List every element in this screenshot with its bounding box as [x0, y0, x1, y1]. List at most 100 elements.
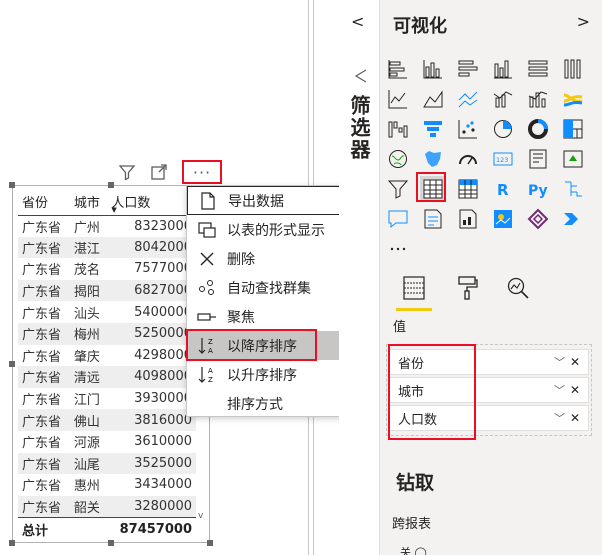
cell-city: 汕头: [73, 306, 100, 322]
scroll-down-icon[interactable]: v: [198, 511, 203, 521]
format-tab[interactable]: [448, 270, 488, 310]
scatter-chart-icon[interactable]: [455, 116, 481, 142]
column-header-population[interactable]: 人口数 ▼: [107, 189, 196, 215]
chevron-down-icon[interactable]: ﹀: [554, 354, 570, 370]
chevron-down-icon[interactable]: ﹀: [554, 382, 570, 398]
cell-province: 广东省: [22, 479, 62, 495]
more-options-button[interactable]: ···: [182, 160, 222, 184]
cell-province: 广东省: [22, 263, 62, 279]
kpi-icon[interactable]: [560, 146, 586, 172]
resize-handle-left[interactable]: [9, 361, 15, 367]
filters-pane[interactable]: < 筛选器: [339, 0, 379, 555]
stacked-bar-chart-icon[interactable]: [385, 56, 411, 82]
smart-narrative-icon[interactable]: [420, 206, 446, 232]
table-row[interactable]: 广东省 清远 4098000: [18, 366, 196, 388]
filter-pane-icon: [352, 68, 368, 88]
pie-chart-icon[interactable]: [490, 116, 516, 142]
waterfall-chart-icon[interactable]: [385, 116, 411, 142]
table-row[interactable]: 广东省 湛江 8042000: [18, 236, 196, 259]
line-clustered-column-icon[interactable]: [525, 86, 551, 112]
paginated-report-icon[interactable]: [455, 206, 481, 232]
table-row[interactable]: 广东省 广州 8323000: [18, 215, 196, 237]
resize-handle-bottom-left[interactable]: [9, 540, 15, 546]
total-label: 总计: [18, 516, 70, 542]
clustered-bar-chart-icon[interactable]: [455, 56, 481, 82]
resize-handle-top[interactable]: [108, 182, 114, 188]
cell-city: 湛江: [69, 236, 108, 259]
filter-icon[interactable]: [116, 161, 138, 183]
focus-mode-icon[interactable]: [148, 161, 170, 183]
column-header-province[interactable]: 省份: [18, 189, 70, 215]
table-row[interactable]: 广东省 梅州 5250000: [18, 322, 196, 345]
fields-tab[interactable]: [394, 270, 434, 310]
table-row[interactable]: 广东省 汕尾 3525000: [18, 452, 196, 475]
stacked-area-chart-icon[interactable]: [455, 86, 481, 112]
table-icon[interactable]: [420, 176, 446, 202]
resize-handle-top-left[interactable]: [9, 182, 15, 188]
r-visual-icon[interactable]: R: [490, 176, 516, 202]
100-column-chart-icon[interactable]: [560, 56, 586, 82]
analytics-tab[interactable]: [498, 270, 538, 310]
slicer-icon[interactable]: [385, 176, 411, 202]
cell-city: 河源: [73, 436, 100, 452]
cell-province: 广东省: [18, 452, 70, 475]
table-row[interactable]: 广东省 汕头 5400000: [18, 301, 196, 323]
resize-handle-bottom-right[interactable]: [207, 540, 213, 546]
values-label: 值: [393, 320, 407, 335]
column-header-city[interactable]: 城市: [70, 189, 108, 215]
stacked-column-chart-icon[interactable]: [420, 56, 446, 82]
remove-field-icon[interactable]: ✕: [570, 355, 588, 369]
clustered-column-chart-icon[interactable]: [490, 56, 516, 82]
collapse-filters-icon[interactable]: <: [351, 12, 364, 31]
table-visual[interactable]: 省份 城市 人口数 ▼ 广东省 广州 8323000 广东省 湛江 8042000 广东省 茂名…: [9, 182, 213, 546]
ribbon-chart-icon[interactable]: [560, 86, 586, 112]
area-chart-icon[interactable]: [420, 86, 446, 112]
menu-label-find-clusters: 自动查找群集: [227, 280, 311, 297]
cell-population: 4098000: [107, 366, 196, 388]
table-row[interactable]: 广东省 惠州 3434000: [18, 474, 196, 496]
filled-map-icon[interactable]: [420, 146, 446, 172]
cell-province: 广东省: [22, 349, 62, 365]
funnel-chart-icon[interactable]: [420, 116, 446, 142]
table-row[interactable]: 广东省 韶关 3280000: [18, 495, 196, 518]
line-column-chart-icon[interactable]: [490, 86, 516, 112]
chevron-down-icon[interactable]: ﹀: [554, 410, 570, 426]
close-icon: [187, 252, 227, 266]
more-visuals-icon[interactable]: [385, 236, 411, 262]
donut-chart-icon[interactable]: [525, 116, 551, 142]
card-icon[interactable]: 123: [490, 146, 516, 172]
map-icon[interactable]: [385, 146, 411, 172]
remove-field-icon[interactable]: ✕: [570, 411, 588, 425]
line-chart-icon[interactable]: [385, 86, 411, 112]
table-row[interactable]: 广东省 茂名 7577000: [18, 258, 196, 280]
export-icon: [188, 191, 228, 210]
active-tab-indicator: [396, 308, 432, 311]
cell-city: 惠州: [73, 479, 100, 495]
matrix-icon[interactable]: [455, 176, 481, 202]
expand-pane-icon[interactable]: >: [577, 12, 590, 31]
gauge-icon[interactable]: [455, 146, 481, 172]
table-row[interactable]: 广东省 佛山 3816000: [18, 409, 196, 431]
table-row[interactable]: 广东省 揭阳 6827000: [18, 279, 196, 302]
decomposition-tree-icon[interactable]: [560, 176, 586, 202]
cell-city: 梅州: [69, 322, 108, 345]
100-bar-chart-icon[interactable]: [525, 56, 551, 82]
cell-population: 7577000: [134, 261, 192, 277]
cross-report-toggle[interactable]: 关 ◯: [400, 544, 427, 555]
table-row[interactable]: 广东省 肇庆 4298000: [18, 345, 196, 367]
cell-population: 5400000: [134, 304, 192, 320]
cell-province: 广东省: [22, 393, 62, 409]
remove-field-icon[interactable]: ✕: [570, 383, 588, 397]
power-apps-icon[interactable]: [525, 206, 551, 232]
table-row[interactable]: 广东省 江门 3930000: [18, 388, 196, 410]
cell-city: 汕尾: [69, 452, 108, 475]
treemap-icon[interactable]: [560, 116, 586, 142]
table-row[interactable]: 广东省 河源 3610000: [18, 431, 196, 453]
arcgis-map-icon[interactable]: [490, 206, 516, 232]
python-visual-icon[interactable]: Py: [525, 176, 551, 202]
sort-descending-caret-icon: ▼: [111, 205, 117, 214]
power-automate-icon[interactable]: [560, 206, 586, 232]
qa-visual-icon[interactable]: [385, 206, 411, 232]
cell-province: 广东省: [18, 366, 70, 388]
multi-row-card-icon[interactable]: [525, 146, 551, 172]
